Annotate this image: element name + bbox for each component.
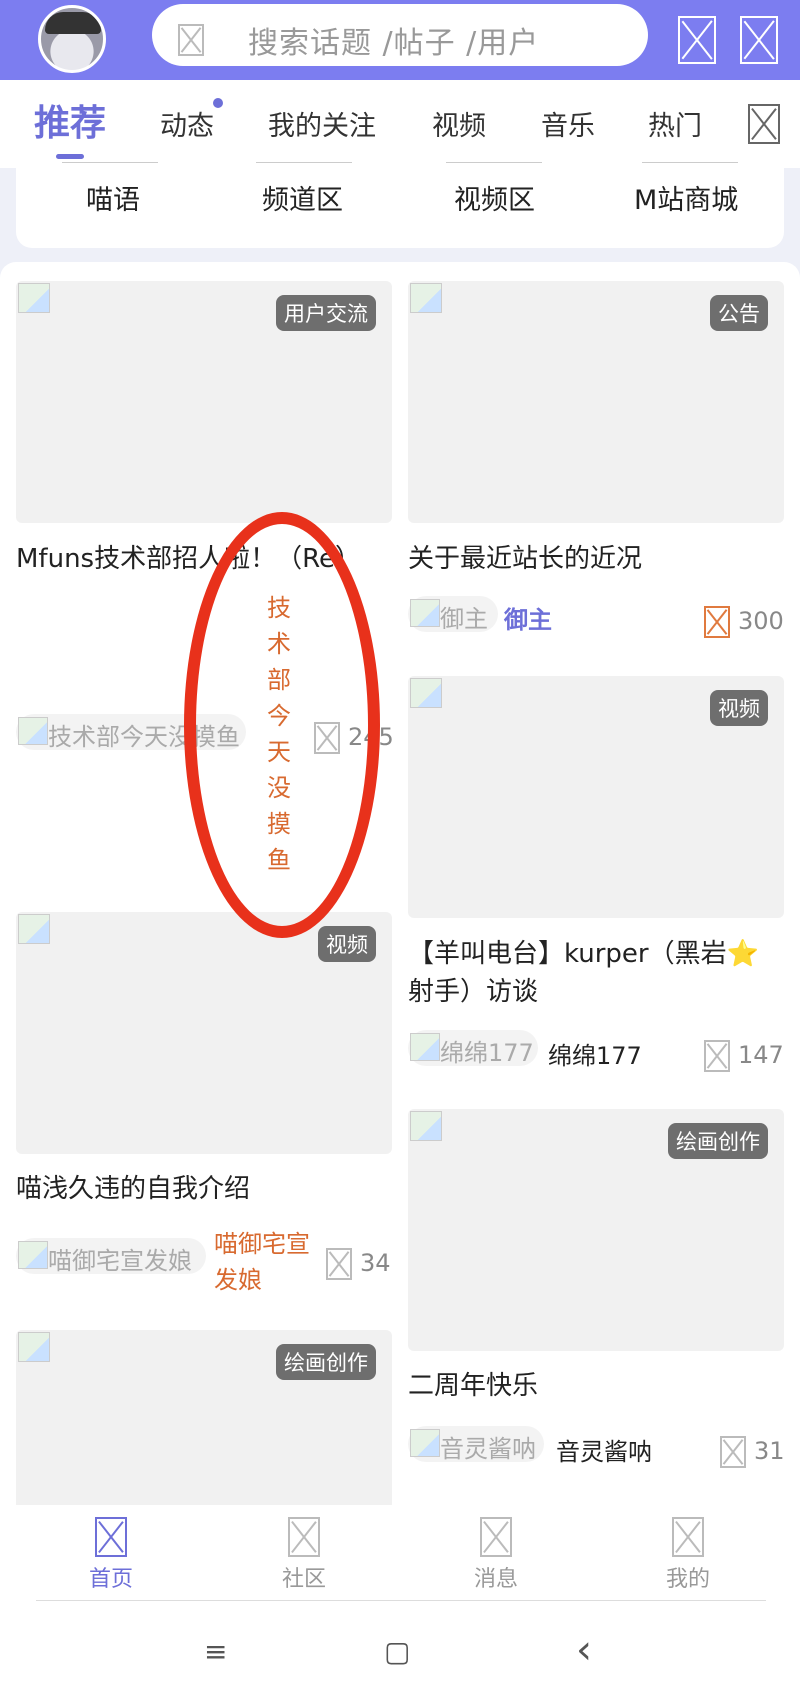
broken-image-icon (410, 1033, 440, 1061)
author-name[interactable]: 音灵酱呐 (556, 1432, 652, 1467)
broken-image-icon (410, 283, 442, 313)
post-title[interactable]: 二周年快乐 (408, 1367, 784, 1405)
image-placeholder-icon (178, 24, 204, 56)
subnav-video-zone[interactable]: 视频区 (454, 178, 535, 217)
nav-profile[interactable]: 我的 (643, 1517, 733, 1593)
post-tag: 绘画创作 (668, 1123, 768, 1159)
post-tag: 视频 (710, 690, 768, 726)
broken-image-icon (18, 1332, 50, 1362)
author-avatar[interactable]: 音灵酱呐 (408, 1426, 544, 1463)
post-cover[interactable]: 绘画创作 (16, 1330, 392, 1510)
post-tag: 公告 (710, 295, 768, 331)
subnav-channel[interactable]: 频道区 (262, 178, 343, 217)
post-cover[interactable]: 视频 (408, 676, 784, 918)
menu-icon[interactable]: ≡ (204, 1635, 227, 1668)
post-tag: 视频 (318, 926, 376, 962)
subnav-miaoyu[interactable]: 喵语 (86, 178, 140, 217)
like-count[interactable]: 31 (720, 1436, 785, 1468)
active-tab-indicator (56, 154, 84, 159)
home-icon (95, 1517, 127, 1557)
author-avatar[interactable]: 喵御宅宣发娘 (16, 1238, 206, 1275)
broken-image-icon (18, 717, 48, 745)
community-icon (288, 1517, 320, 1557)
tab-recommend[interactable]: 推荐 (34, 94, 106, 146)
post-tag: 用户交流 (276, 295, 376, 331)
subnav-store[interactable]: M站商城 (634, 178, 738, 217)
like-count[interactable]: 34 (326, 1248, 391, 1280)
tab-video[interactable]: 视频 (432, 104, 486, 143)
author-avatar[interactable]: 绵绵177 (408, 1030, 538, 1067)
profile-icon (672, 1517, 704, 1557)
tab-music[interactable]: 音乐 (541, 104, 595, 143)
user-avatar[interactable] (38, 5, 106, 73)
broken-image-icon (18, 914, 50, 944)
broken-image-icon (410, 1111, 442, 1141)
annotation-text: 技术部今天没摸鱼 (267, 594, 291, 874)
like-icon (704, 1040, 730, 1072)
post-cover[interactable]: 用户交流 (16, 281, 392, 523)
like-icon (326, 1248, 352, 1280)
like-icon (720, 1436, 746, 1468)
like-icon (704, 606, 730, 638)
back-icon[interactable]: ‹ (576, 1627, 592, 1673)
broken-image-icon (410, 678, 442, 708)
post-tag: 绘画创作 (276, 1344, 376, 1380)
more-tabs-icon[interactable] (748, 104, 780, 144)
tab-hot[interactable]: 热门 (648, 104, 702, 143)
post-title[interactable]: 【羊叫电台】kurper（黑岩⭐射手）访谈 (408, 935, 784, 1011)
broken-image-icon (18, 283, 50, 313)
post-cover[interactable]: 公告 (408, 281, 784, 523)
tab-dynamic[interactable]: 动态 (160, 104, 214, 143)
message-icon (480, 1517, 512, 1557)
post-cover[interactable]: 视频 (16, 912, 392, 1154)
broken-image-icon (410, 1429, 440, 1457)
broken-image-icon (410, 599, 440, 627)
post-title[interactable]: 关于最近站长的近况 (408, 540, 784, 578)
mail-icon[interactable] (740, 16, 778, 64)
nav-community[interactable]: 社区 (259, 1517, 349, 1593)
broken-image-icon (18, 1241, 48, 1269)
like-count[interactable]: 147 (704, 1040, 784, 1072)
tab-following[interactable]: 我的关注 (268, 104, 376, 143)
search-placeholder: 搜索话题 /帖子 /用户 (248, 26, 540, 61)
top-bar: 搜索话题 /帖子 /用户 (0, 0, 800, 80)
post-cover[interactable]: 绘画创作 (408, 1109, 784, 1351)
author-name[interactable]: 御主 (504, 600, 552, 635)
author-name[interactable]: 绵绵177 (548, 1036, 642, 1071)
search-bar[interactable]: 搜索话题 /帖子 /用户 (152, 4, 648, 66)
like-count[interactable]: 300 (704, 606, 784, 638)
author-name[interactable]: 喵御宅宣 发娘 (214, 1226, 324, 1298)
bottom-navigation: 首页 社区 消息 我的 (0, 1505, 800, 1605)
author-avatar[interactable]: 御主 (408, 596, 498, 633)
home-square-icon[interactable]: ▢ (384, 1635, 410, 1668)
nav-home[interactable]: 首页 (66, 1517, 156, 1593)
new-dot-badge (213, 98, 223, 108)
system-navigation-bar: ≡ ▢ ‹ (0, 1601, 800, 1698)
post-title[interactable]: 喵浅久违的自我介绍 (16, 1170, 386, 1208)
sub-navigation: 喵语 频道区 视频区 M站商城 (16, 150, 784, 248)
nav-messages[interactable]: 消息 (451, 1517, 541, 1593)
scan-icon[interactable] (678, 16, 716, 64)
